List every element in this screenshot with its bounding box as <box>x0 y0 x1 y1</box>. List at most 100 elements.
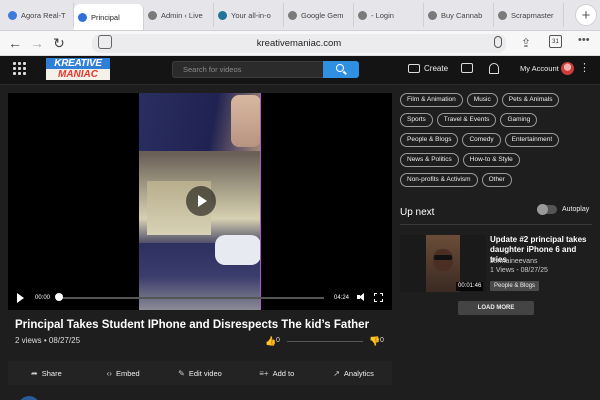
analytics-label: Analytics <box>343 368 374 378</box>
volume-icon[interactable] <box>357 293 365 301</box>
microphone-icon[interactable] <box>494 36 502 48</box>
category-chip[interactable]: People & Blogs <box>400 133 459 147</box>
site-logo[interactable]: KREATIVE MANIAC <box>46 58 110 80</box>
search-input[interactable]: Search for videos <box>172 61 324 78</box>
category-chip[interactable]: Music <box>466 93 498 107</box>
browser-tab[interactable]: Scrapmaster <box>494 3 564 27</box>
favicon-icon <box>498 10 507 20</box>
browser-tab[interactable]: Principal <box>74 4 144 30</box>
category-chip[interactable]: Pets & Animals <box>501 93 560 107</box>
recommended-video-author[interactable]: Jermaineevans <box>490 258 537 265</box>
fullscreen-icon[interactable] <box>374 293 383 302</box>
search-icon <box>336 64 344 72</box>
add-to-button[interactable]: ≡+ Add to <box>238 361 315 385</box>
browser-tab[interactable]: Buy Cannab <box>424 3 494 27</box>
favicon-icon <box>8 10 17 20</box>
category-chip[interactable]: Comedy <box>462 133 501 147</box>
tab-label: Your all-in-o <box>231 10 271 20</box>
browser-tab[interactable]: Admin ‹ Live <box>144 3 214 27</box>
favicon-icon <box>148 10 157 20</box>
tab-label: - Login <box>371 10 394 20</box>
share-button[interactable]: ➦ Share <box>8 361 85 385</box>
category-chip[interactable]: News & Politics <box>400 153 459 167</box>
video-thumbnail[interactable]: 00:01:46 <box>400 235 486 292</box>
create-button[interactable]: Create <box>424 64 448 73</box>
more-menu-icon[interactable]: ••• <box>578 34 590 46</box>
notifications-bell-icon[interactable] <box>489 63 499 74</box>
edit-icon: ✎ <box>178 368 185 378</box>
tab-label: Agora Real-T <box>21 10 66 20</box>
category-badge[interactable]: People & Blogs <box>490 281 540 291</box>
thumbs-down-icon[interactable]: 👎 <box>369 336 380 347</box>
progress-bar[interactable] <box>58 297 324 299</box>
add-icon: ≡+ <box>259 368 269 378</box>
user-avatar[interactable] <box>561 62 574 75</box>
category-chip[interactable]: Other <box>481 173 512 187</box>
category-chip[interactable]: Entertainment <box>504 133 560 147</box>
video-camera-icon[interactable] <box>408 64 420 73</box>
edit-video-button[interactable]: ✎ Edit video <box>162 361 239 385</box>
recommended-video-card[interactable]: 00:01:46 Update #2 principal takes daugh… <box>400 233 592 293</box>
forward-button[interactable]: → <box>26 32 48 54</box>
site-settings-icon[interactable] <box>98 35 112 49</box>
favicon-icon <box>358 10 367 20</box>
rating-bar <box>287 341 363 342</box>
edit-video-label: Edit video <box>188 368 222 378</box>
share-page-icon[interactable]: ⇪ <box>521 36 531 50</box>
load-more-button[interactable]: LOAD MORE <box>458 301 534 315</box>
play-overlay-button[interactable] <box>186 186 216 216</box>
progress-handle[interactable] <box>55 293 63 301</box>
favicon-icon <box>288 10 297 20</box>
current-time: 00:00 <box>35 295 51 301</box>
up-next-heading: Up next <box>400 207 435 218</box>
site-header: KREATIVE MANIAC Search for videos Create… <box>0 56 600 85</box>
tab-label: Google Gem <box>301 10 344 20</box>
autoplay-toggle-knob[interactable] <box>537 204 548 215</box>
back-button[interactable]: ← <box>4 32 26 54</box>
tab-label: Scrapmaster <box>511 10 554 20</box>
browser-tab[interactable]: - Login <box>354 3 424 27</box>
thumbnail-duration: 00:01:46 <box>456 282 484 291</box>
tab-label: Admin ‹ Live <box>161 10 203 20</box>
search-button[interactable] <box>323 61 359 78</box>
dislike-count: 0 <box>380 337 384 344</box>
url-field[interactable]: kreativemaniac.com <box>92 34 506 53</box>
kebab-menu-icon[interactable]: ⋮ <box>579 62 590 75</box>
play-icon[interactable] <box>17 293 24 303</box>
embed-button[interactable]: ‹› Embed <box>85 361 162 385</box>
reload-button[interactable]: ↻ <box>48 32 70 54</box>
new-tab-button[interactable]: + <box>575 4 597 26</box>
my-account-link[interactable]: My Account <box>520 64 559 73</box>
channel-avatar[interactable] <box>18 396 40 400</box>
browser-tab[interactable]: Agora Real-T <box>4 3 74 27</box>
autoplay-label: Autoplay <box>562 206 590 213</box>
category-chip[interactable]: Film & Animation <box>400 93 463 107</box>
category-chip[interactable]: Travel & Events <box>436 113 497 127</box>
duration: 04:24 <box>334 295 350 301</box>
category-chip[interactable]: Non-profits & Activism <box>400 173 478 187</box>
logo-text-bottom: MANIAC <box>46 69 110 80</box>
category-chip[interactable]: Gaming <box>500 113 538 127</box>
add-to-label: Add to <box>272 368 295 378</box>
browser-tab[interactable]: Your all-in-o <box>214 3 284 27</box>
favicon-icon <box>428 10 437 20</box>
category-list: Film & Animation Music Pets & Animals Sport… <box>400 93 595 187</box>
tab-label: Buy Cannab <box>441 10 483 20</box>
logo-text-top: KREATIVE <box>46 58 110 69</box>
category-chip[interactable]: How-to & Style <box>462 153 520 167</box>
messages-icon[interactable] <box>461 63 473 73</box>
browser-tab[interactable]: Google Gem <box>284 3 354 27</box>
video-meta: 2 views • 08/27/25 <box>15 336 81 345</box>
category-chip[interactable]: Sports <box>400 113 433 127</box>
apps-grid-icon[interactable] <box>13 62 26 75</box>
divider <box>400 224 592 225</box>
thumbs-up-icon[interactable]: 👍 <box>265 336 276 347</box>
analytics-button[interactable]: ↗ Analytics <box>315 361 392 385</box>
tab-overview-icon[interactable]: 31 <box>549 35 562 48</box>
share-label: Share <box>41 368 62 378</box>
video-title: Principal Takes Student IPhone and Disre… <box>15 319 370 331</box>
recommended-video-stats: 1 Views - 08/27/25 <box>490 267 548 274</box>
video-player[interactable]: 00:00 04:24 <box>8 93 392 310</box>
embed-icon: ‹› <box>106 368 112 378</box>
browser-tab-bar: Agora Real-T Principal Admin ‹ Live Your al… <box>0 0 600 31</box>
